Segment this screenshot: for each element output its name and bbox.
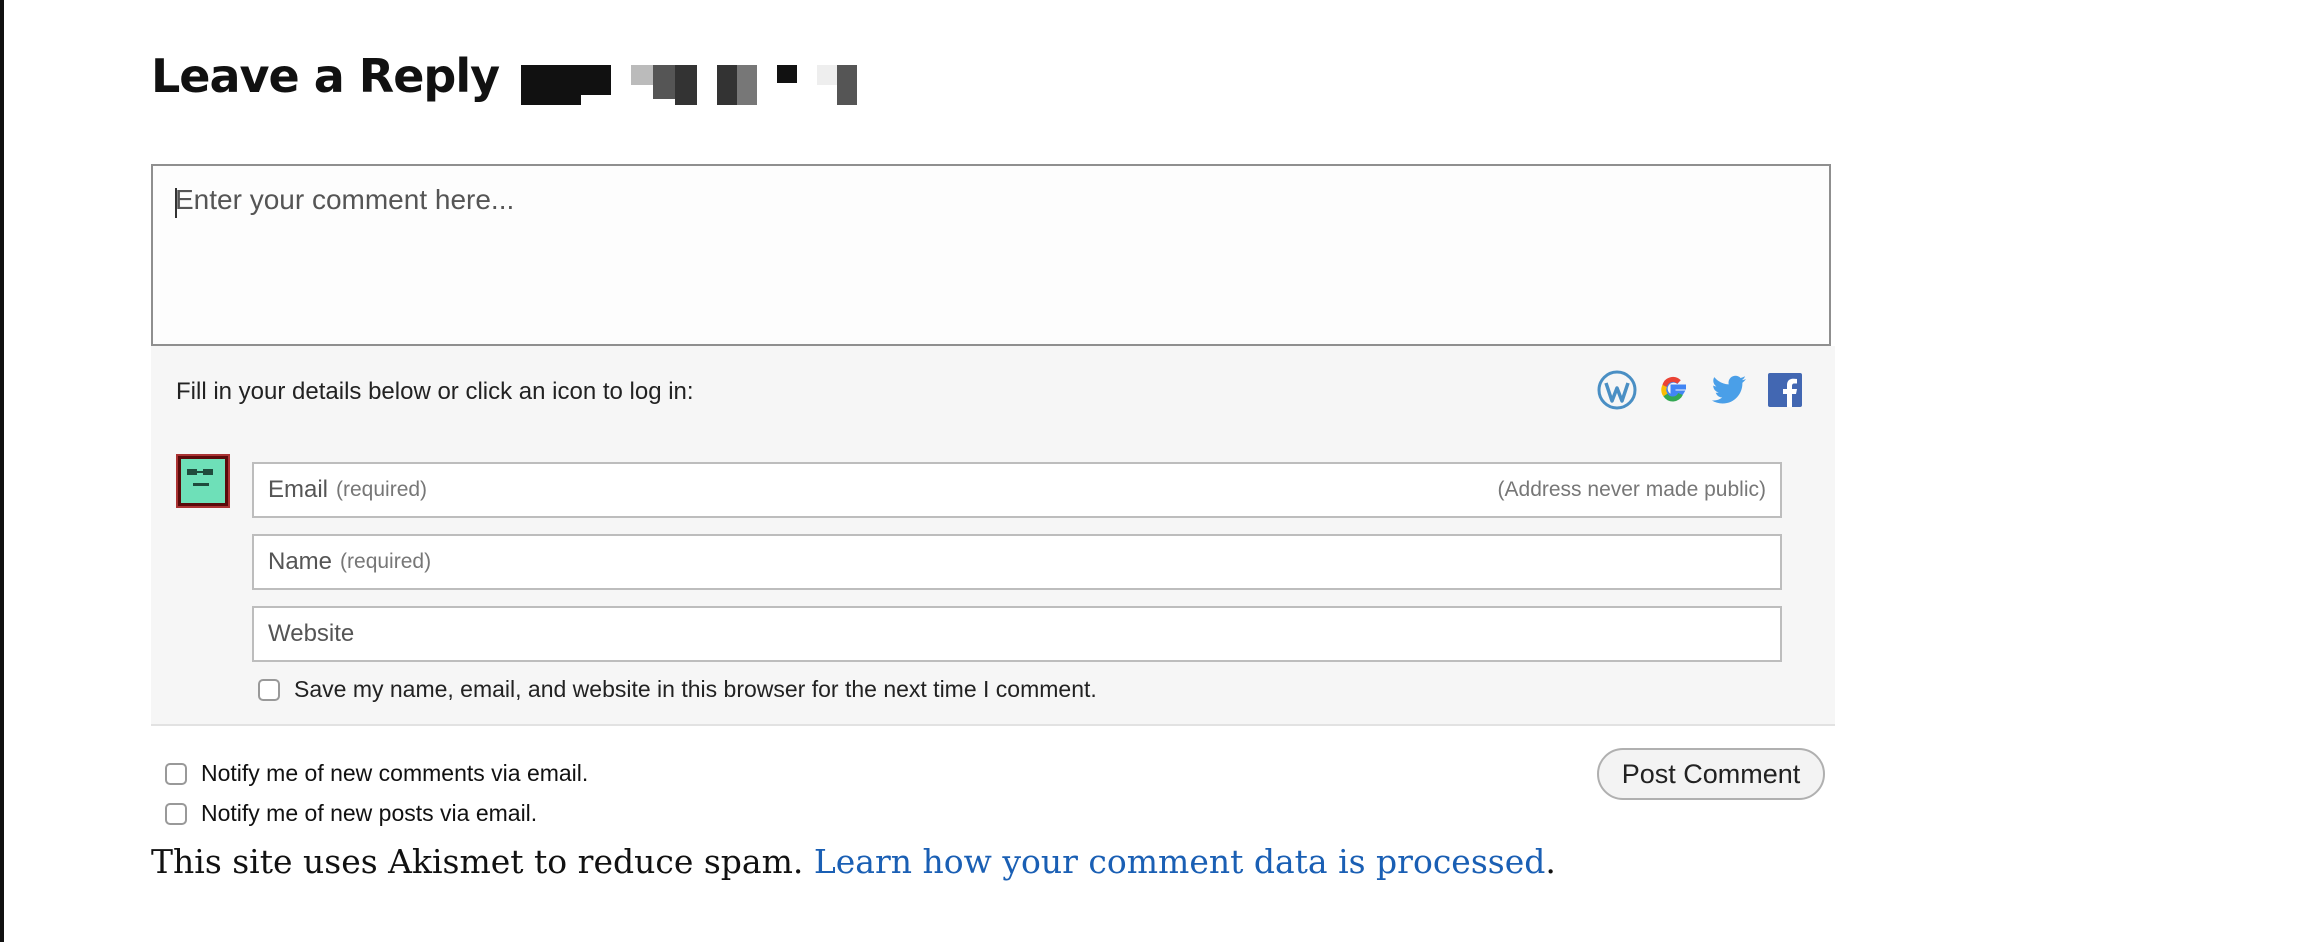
post-comment-button[interactable]: Post Comment bbox=[1597, 748, 1825, 800]
email-required: (required) bbox=[336, 478, 428, 501]
avatar bbox=[176, 454, 230, 508]
email-label: Email bbox=[268, 476, 329, 503]
email-field[interactable]: Email (required) (Address never made pub… bbox=[252, 462, 1782, 518]
notify-comments-label: Notify me of new comments via email. bbox=[201, 760, 589, 786]
website-label: Website bbox=[268, 620, 355, 647]
notify-posts-label: Notify me of new posts via email. bbox=[201, 800, 538, 826]
notify-comments-checkbox[interactable] bbox=[165, 762, 187, 785]
google-icon[interactable] bbox=[1653, 370, 1693, 410]
reply-title: Leave a Reply bbox=[151, 49, 500, 103]
comment-input[interactable] bbox=[175, 184, 1795, 324]
reply-heading-row: Leave a Reply bbox=[151, 46, 858, 106]
name-field[interactable]: Name (required) bbox=[252, 534, 1782, 590]
social-login-icons bbox=[1597, 370, 1805, 410]
akismet-notice: This site uses Akismet to reduce spam. L… bbox=[151, 842, 1556, 881]
akismet-text: This site uses Akismet to reduce spam. bbox=[151, 842, 814, 881]
akismet-privacy-link[interactable]: Learn how your comment data is processed bbox=[814, 842, 1546, 881]
notify-posts-checkbox[interactable] bbox=[165, 802, 187, 825]
comment-textarea-box[interactable] bbox=[151, 164, 1831, 346]
wordpress-icon[interactable] bbox=[1597, 370, 1637, 410]
save-details-checkbox[interactable] bbox=[258, 678, 280, 701]
twitter-icon[interactable] bbox=[1709, 370, 1749, 410]
email-privacy-note: (Address never made public) bbox=[1497, 478, 1766, 501]
akismet-trailing: . bbox=[1545, 842, 1556, 881]
save-details-row: Save my name, email, and website in this… bbox=[258, 676, 1097, 703]
notify-comments-row: Notify me of new comments via email. bbox=[165, 760, 588, 787]
name-required: (required) bbox=[340, 550, 432, 573]
commenter-details-panel: Fill in your details below or click an i… bbox=[151, 346, 1835, 726]
name-label: Name bbox=[268, 548, 333, 575]
details-prompt: Fill in your details below or click an i… bbox=[176, 378, 694, 405]
facebook-icon[interactable] bbox=[1765, 370, 1805, 410]
page-left-border bbox=[0, 0, 4, 942]
website-field[interactable]: Website bbox=[252, 606, 1782, 662]
redacted-username bbox=[521, 65, 858, 105]
notify-posts-row: Notify me of new posts via email. bbox=[165, 800, 537, 827]
save-details-label: Save my name, email, and website in this… bbox=[294, 676, 1097, 702]
